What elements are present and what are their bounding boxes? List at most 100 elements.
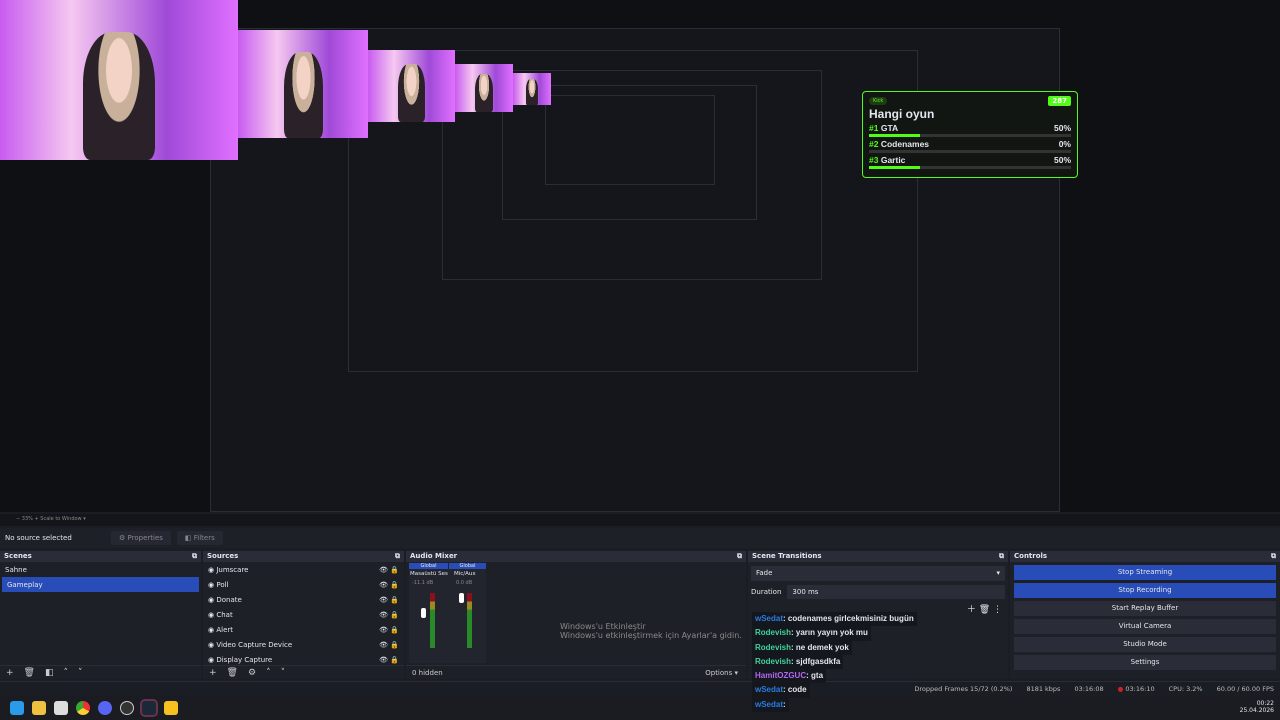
chrome-icon[interactable]: [76, 701, 90, 715]
source-item[interactable]: ◉ Jumscare 👁 🔒: [203, 562, 404, 577]
fps: 60.00 / 60.00 FPS: [1216, 684, 1274, 693]
status-bar: Dropped Frames 15/72 (0.2%) 8181 kbps 03…: [0, 681, 1280, 695]
source-type-icon: ◉: [208, 580, 215, 589]
duration-label: Duration: [751, 588, 782, 596]
chat-username: wSedat: [755, 699, 784, 709]
chat-message: Rodevish: sjdfgasdkfa: [752, 654, 844, 670]
scene-item[interactable]: Sahne: [0, 562, 201, 577]
up-icon[interactable]: ˄: [64, 668, 69, 678]
volume-slider[interactable]: [421, 608, 426, 618]
source-item[interactable]: ◉ Chat 👁 🔒: [203, 607, 404, 622]
stop-recording-button[interactable]: Stop Recording: [1014, 583, 1276, 598]
poll-option: #3 Gartic 50%: [869, 155, 1071, 165]
gear-icon[interactable]: ⚙: [248, 668, 256, 678]
preview-canvas[interactable]: Kick 287 Hangi oyun #1 GTA 50% #2 Codename…: [0, 0, 1280, 512]
chat-text: : gta: [806, 671, 824, 681]
transition-select[interactable]: Fade ▾: [751, 566, 1005, 581]
source-item[interactable]: ◉ Display Capture 👁 🔒: [203, 652, 404, 664]
source-item[interactable]: ◉ Donate 👁 🔒: [203, 592, 404, 607]
volume-meter: [430, 593, 435, 648]
down-icon[interactable]: ˅: [78, 668, 83, 678]
visibility-eye-icon[interactable]: 👁: [379, 626, 388, 634]
watermark-subtitle: Windows'u etkinleştirmek için Ayarlar'a …: [560, 631, 742, 640]
visibility-eye-icon[interactable]: 👁: [379, 641, 388, 649]
windows-start-icon[interactable]: [10, 701, 24, 715]
settings-button[interactable]: Settings: [1014, 655, 1276, 670]
trash-icon[interactable]: 🗑: [24, 668, 35, 678]
properties-button[interactable]: ⚙ Properties: [111, 531, 171, 545]
visibility-eye-icon[interactable]: 👁: [379, 596, 388, 604]
lock-icon[interactable]: 🔒: [390, 611, 399, 619]
lock-icon[interactable]: 🔒: [390, 566, 399, 574]
virtual-camera-button[interactable]: Virtual Camera: [1014, 619, 1276, 634]
up-icon[interactable]: ˄: [266, 668, 271, 678]
lock-icon[interactable]: 🔒: [390, 626, 399, 634]
transition-type: Fade: [756, 569, 773, 577]
store-icon[interactable]: [54, 701, 68, 715]
context-bar: No source selected ⚙ Properties ◧ Filter…: [0, 528, 1280, 548]
studio-mode-button[interactable]: Studio Mode: [1014, 637, 1276, 652]
steam-icon[interactable]: [140, 699, 158, 717]
source-name: Video Capture Device: [216, 640, 293, 649]
chat-message: Rodevish: ne demek yok: [752, 640, 852, 655]
scene-item[interactable]: Gameplay: [2, 577, 199, 592]
visibility-eye-icon[interactable]: 👁: [379, 566, 388, 574]
source-name: Chat: [216, 610, 233, 619]
lock-icon[interactable]: 🔒: [390, 581, 399, 589]
webcam-feed: [368, 50, 455, 122]
scenes-dock: Scenes ⧉ Sahne Gameplay + 🗑 ◧ ˄ ˅: [0, 551, 201, 679]
chat-username: Rodevish: [755, 628, 792, 638]
recording-time-value: 03:16:10: [1125, 684, 1155, 693]
chat-overlay: wSedat: codenames girlcekmisiniz bugün Ro…: [752, 612, 917, 713]
lock-icon[interactable]: 🔒: [390, 641, 399, 649]
volume-slider[interactable]: [459, 593, 464, 603]
source-name: Alert: [216, 625, 234, 634]
add-icon[interactable]: +: [209, 668, 217, 678]
poll-bar: [869, 166, 1071, 169]
options-button[interactable]: Options ▾: [705, 669, 738, 677]
audio-mixer-dock: Audio Mixer ⧉ Global Global Masaüstü Ses …: [406, 551, 746, 679]
chat-username: wSedat: [755, 614, 784, 623]
down-icon[interactable]: ˅: [281, 668, 286, 678]
channel-name[interactable]: Mic/Aux: [454, 571, 476, 577]
obs-icon[interactable]: [120, 701, 134, 715]
visibility-eye-icon[interactable]: 👁: [379, 581, 388, 589]
file-explorer-icon[interactable]: [32, 701, 46, 715]
chat-username: HamitOZGUC: [755, 671, 807, 681]
discord-icon[interactable]: [98, 701, 112, 715]
replay-buffer-button[interactable]: Start Replay Buffer: [1014, 601, 1276, 616]
source-item[interactable]: ◉ Alert 👁 🔒: [203, 622, 404, 637]
channel-name[interactable]: Masaüstü Ses: [410, 571, 448, 577]
clock-date: 25.04.2026: [1239, 707, 1274, 714]
source-item[interactable]: ◉ Poll 👁 🔒: [203, 577, 404, 592]
poll-option: #1 GTA 50%: [869, 123, 1071, 133]
channel-tag: Global: [449, 563, 486, 569]
bitrate: 8181 kbps: [1026, 684, 1061, 693]
filter-icon[interactable]: ◧: [45, 668, 54, 678]
source-name: Poll: [216, 580, 229, 589]
filters-label: Filters: [193, 534, 215, 542]
chat-message: wSedat: codenames girlcekmisiniz bugün: [752, 612, 917, 627]
sticky-notes-icon[interactable]: [164, 701, 178, 715]
trash-icon[interactable]: 🗑: [227, 668, 238, 678]
duration-input[interactable]: 300 ms: [787, 585, 1005, 599]
lock-icon[interactable]: 🔒: [390, 596, 399, 604]
clock[interactable]: 00:22 25.04.2026: [1240, 700, 1274, 714]
source-type-icon: ◉: [208, 625, 215, 634]
visibility-eye-icon[interactable]: 👁: [379, 656, 388, 664]
add-icon[interactable]: +: [6, 668, 14, 678]
source-item[interactable]: ◉ Video Capture Device 👁 🔒: [203, 637, 404, 652]
stop-streaming-button[interactable]: Stop Streaming: [1014, 565, 1276, 580]
cpu-usage: CPU: 3.2%: [1168, 684, 1203, 693]
filters-button[interactable]: ◧ Filters: [176, 531, 223, 545]
visibility-eye-icon[interactable]: 👁: [379, 611, 388, 619]
scale-mode-select[interactable]: Scale to Window: [40, 516, 81, 522]
sources-dock: Sources ⧉ ◉ Jumscare 👁 🔒 ◉ Poll 👁 🔒 ◉ Donate 👁…: [203, 551, 404, 679]
chat-message: wSedat: code: [752, 683, 810, 698]
scenes-title: Scenes: [4, 552, 32, 560]
lock-icon[interactable]: 🔒: [390, 656, 399, 664]
chat-username: wSedat: [755, 685, 784, 695]
recording-dot-icon: ●: [1117, 684, 1124, 693]
chat-message: wSedat:: [752, 697, 789, 713]
source-name: Display Capture: [216, 655, 273, 664]
